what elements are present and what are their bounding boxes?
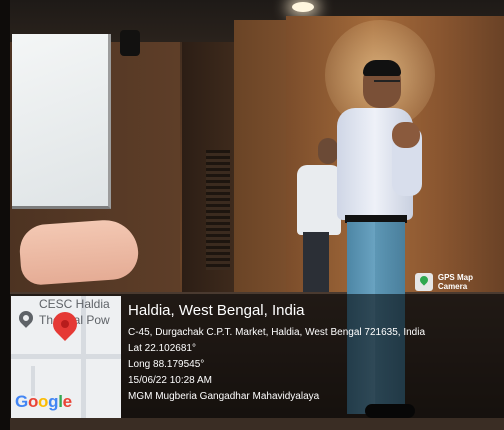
- location-latitude: Lat 22.102681°: [128, 343, 196, 354]
- background-person-pants: [303, 232, 329, 292]
- google-logo-letter: g: [48, 392, 59, 411]
- ceiling-light: [292, 2, 314, 12]
- google-logo-letter: o: [27, 392, 39, 411]
- photo-frame: GPS Map Camera CESC Haldia Thermal Pow G…: [0, 0, 504, 430]
- location-longitude: Long 88.179545°: [128, 359, 205, 370]
- dark-edge: [0, 0, 10, 430]
- location-title: Haldia, West Bengal, India: [128, 302, 305, 319]
- google-logo-letter: o: [38, 392, 49, 411]
- location-datetime: 15/06/22 10:28 AM: [128, 375, 212, 386]
- background-person-head: [318, 138, 338, 164]
- vent-grille: [206, 150, 230, 270]
- speaker-glasses: [374, 80, 400, 88]
- google-logo-letter: e: [62, 392, 72, 411]
- place-icon: [16, 308, 36, 328]
- wall-speaker: [120, 30, 140, 56]
- speaker-hair: [363, 60, 401, 76]
- map-camera-icon: [415, 273, 433, 291]
- bottom-strip: [10, 418, 504, 430]
- speaker-hands: [392, 122, 420, 148]
- google-logo: Google: [15, 392, 72, 412]
- map-poi-label-line1: CESC Haldia: [39, 297, 110, 311]
- location-info: Haldia, West Bengal, India C-45, Durgach…: [128, 301, 500, 405]
- google-logo-letter: G: [15, 392, 28, 411]
- finger-in-frame: [18, 217, 140, 287]
- wood-panel-mid: [234, 20, 286, 292]
- gps-map-camera-badge: GPS Map Camera: [415, 272, 504, 292]
- map-thumbnail[interactable]: CESC Haldia Thermal Pow Google: [11, 296, 121, 418]
- gps-badge-label: GPS Map Camera: [437, 273, 473, 291]
- location-note: MGM Mugberia Gangadhar Mahavidyalaya: [128, 391, 320, 402]
- location-address: C-45, Durgachak C.P.T. Market, Haldia, W…: [128, 327, 426, 338]
- whiteboard: [12, 34, 111, 209]
- background-person-shirt: [297, 165, 341, 235]
- map-road: [11, 354, 121, 359]
